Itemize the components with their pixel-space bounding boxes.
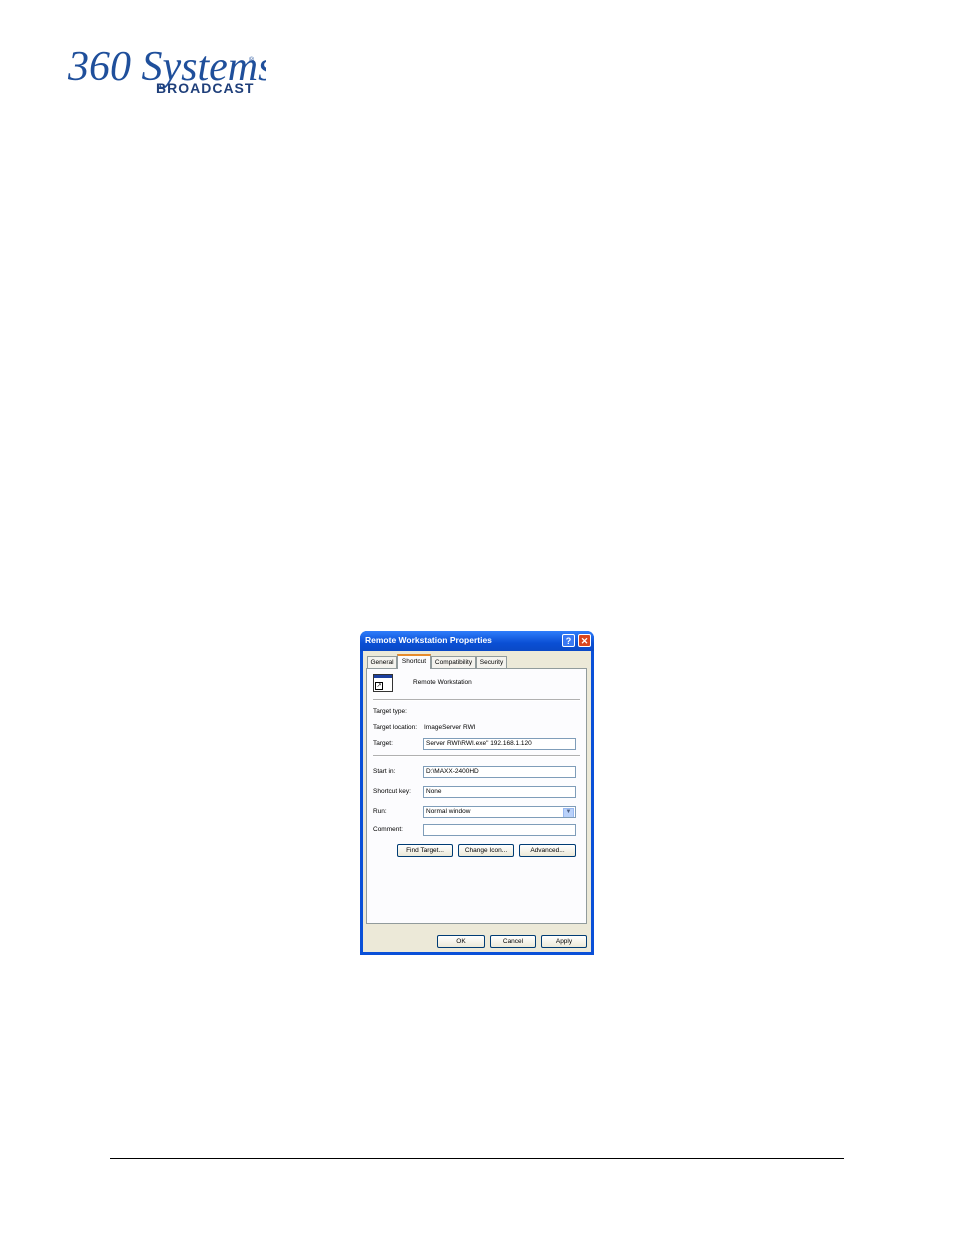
dialog-title: Remote Workstation Properties — [365, 635, 492, 645]
target-label: Target: — [373, 740, 393, 747]
target-location-value: ImageServer RWI — [424, 724, 476, 731]
run-select-value: Normal window — [426, 808, 471, 815]
registered-mark: ® — [249, 56, 255, 64]
find-target-button[interactable]: Find Target... — [397, 844, 453, 857]
brand-logo: 360 Systems ® BROADCAST — [66, 46, 266, 100]
separator — [373, 699, 580, 701]
start-in-field[interactable]: D:\MAXX-2400HD — [423, 766, 576, 778]
close-button[interactable]: ✕ — [578, 634, 591, 647]
comment-label: Comment: — [373, 826, 403, 833]
separator — [373, 755, 580, 757]
advanced-button[interactable]: Advanced... — [519, 844, 576, 857]
logo-sub: BROADCAST — [156, 80, 254, 96]
help-button[interactable]: ? — [562, 634, 575, 647]
shortcut-key-field[interactable]: None — [423, 786, 576, 798]
footer-rule — [110, 1158, 844, 1159]
tab-general[interactable]: General — [367, 656, 397, 668]
tab-shortcut[interactable]: Shortcut — [397, 654, 431, 669]
dialog-titlebar[interactable]: Remote Workstation Properties ? ✕ — [360, 631, 594, 651]
change-icon-button[interactable]: Change Icon... — [458, 844, 514, 857]
target-field[interactable]: Server RWI\RWI.exe" 192.168.1.120 — [423, 738, 576, 750]
apply-button[interactable]: Apply — [541, 935, 587, 948]
tab-compatibility[interactable]: Compatibility — [431, 656, 476, 668]
comment-field[interactable] — [423, 824, 576, 836]
target-location-label: Target location: — [373, 724, 418, 731]
tab-security[interactable]: Security — [476, 656, 507, 668]
ok-button[interactable]: OK — [437, 935, 485, 948]
target-type-label: Target type: — [373, 708, 407, 715]
start-in-label: Start in: — [373, 768, 396, 775]
shortcut-icon: ↗ — [373, 674, 393, 692]
shortcut-name: Remote Workstation — [413, 679, 472, 686]
dialog-client: General Shortcut Compatibility Security … — [363, 651, 591, 952]
shortcut-key-label: Shortcut key: — [373, 788, 411, 795]
chevron-down-icon[interactable]: ▼ — [563, 808, 574, 817]
run-label: Run: — [373, 808, 387, 815]
properties-dialog: Remote Workstation Properties ? ✕ Genera… — [360, 631, 594, 955]
run-select[interactable]: Normal window ▼ — [423, 806, 576, 818]
shortcut-panel: ↗ Remote Workstation Target type: Target… — [366, 668, 587, 924]
cancel-button[interactable]: Cancel — [490, 935, 536, 948]
